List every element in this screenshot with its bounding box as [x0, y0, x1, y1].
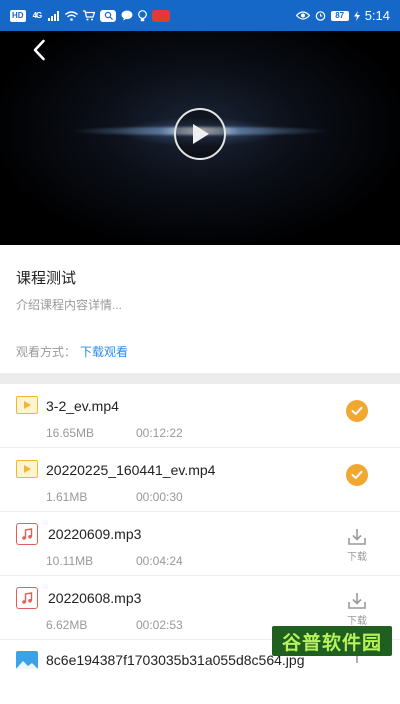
download-button[interactable]: 下载 — [340, 528, 374, 568]
watch-mode-link[interactable]: 下载观看 — [80, 345, 128, 359]
status-bar-right: 87 5:14 — [295, 8, 390, 23]
download-button[interactable] — [340, 652, 374, 692]
video-player[interactable] — [0, 31, 400, 245]
watch-mode-label: 观看方式： — [16, 345, 77, 359]
file-size: 1.61MB — [46, 490, 88, 504]
check-circle-icon — [351, 406, 363, 415]
file-name: 20220225_160441_ev.mp4 — [46, 462, 216, 478]
file-name: 20220608.mp3 — [48, 590, 142, 606]
file-size: 10.11MB — [46, 554, 94, 568]
charging-icon — [353, 10, 360, 21]
signal-bars-icon — [48, 10, 60, 21]
lightbulb-icon — [138, 9, 148, 21]
watch-mode-row: 观看方式： 下载观看 — [16, 343, 128, 360]
clock: 5:14 — [364, 8, 390, 23]
signal-4g-icon: 4G — [32, 11, 43, 20]
file-size: 6.62MB — [46, 618, 88, 632]
file-item[interactable]: 3-2_ev.mp4 16.65MB 00:12:22 — [0, 384, 400, 448]
hd-icon: HD — [10, 9, 26, 22]
image-file-icon — [16, 651, 38, 669]
download-label: 下载 — [347, 616, 367, 627]
file-name: 3-2_ev.mp4 — [46, 398, 119, 414]
section-divider — [0, 373, 400, 384]
downloaded-check-button[interactable] — [346, 400, 368, 422]
wifi-icon — [65, 10, 79, 21]
file-duration: 00:12:22 — [136, 426, 183, 440]
cart-icon — [83, 10, 96, 21]
battery-icon: 87 — [330, 10, 349, 21]
audio-file-icon — [16, 523, 38, 545]
app-notification-icon — [152, 9, 171, 22]
course-info: 课程测试 介绍课程内容详情... 观看方式： 下载观看 — [0, 245, 400, 373]
download-icon — [348, 529, 366, 545]
alarm-icon — [315, 11, 325, 21]
chevron-left-icon — [33, 39, 45, 61]
course-title: 课程测试 — [16, 270, 77, 287]
file-size: 16.65MB — [46, 426, 95, 440]
back-button[interactable] — [26, 37, 52, 63]
check-circle-icon — [351, 470, 363, 479]
play-icon — [193, 124, 209, 144]
file-duration: 00:04:24 — [136, 554, 183, 568]
file-duration: 00:02:53 — [136, 618, 183, 632]
download-icon — [348, 593, 366, 609]
eye-icon — [295, 11, 310, 20]
file-list: 3-2_ev.mp4 16.65MB 00:12:22 20220225_160… — [0, 384, 400, 704]
file-item[interactable]: 20220225_160441_ev.mp4 1.61MB 00:00:30 — [0, 448, 400, 512]
video-file-icon — [16, 396, 38, 414]
status-bar: HD 4G 87 5:14 — [0, 0, 400, 31]
file-duration: 00:00:30 — [136, 490, 183, 504]
file-name: 20220609.mp3 — [48, 526, 142, 542]
download-label: 下载 — [347, 552, 367, 563]
course-description: 介绍课程内容详情... — [16, 298, 123, 312]
play-button[interactable] — [174, 108, 226, 160]
search-app-icon — [100, 9, 117, 22]
file-item[interactable]: 20220609.mp3 10.11MB 00:04:24 下载 — [0, 512, 400, 576]
watermark-logo: 谷普软件园 — [272, 626, 392, 656]
downloaded-check-button[interactable] — [346, 464, 368, 486]
video-file-icon — [16, 460, 38, 478]
audio-file-icon — [16, 587, 38, 609]
status-bar-left: HD 4G — [10, 9, 171, 22]
chat-icon — [121, 10, 133, 21]
